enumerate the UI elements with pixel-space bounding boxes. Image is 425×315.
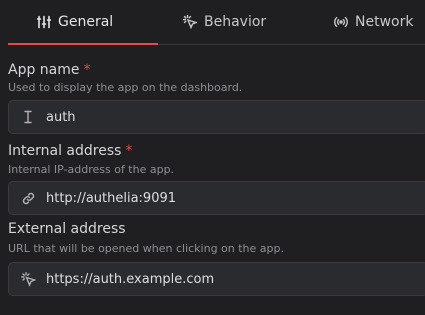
broadcast-icon <box>334 15 348 29</box>
click-icon <box>19 270 37 288</box>
app-name-label-text: App name <box>8 62 80 78</box>
internal-address-label: Internal address * <box>8 143 132 159</box>
app-name-value: auth <box>46 109 76 125</box>
tab-bar: General Behavior Network <box>8 0 425 45</box>
external-address-description: URL that will be opened when clicking on… <box>8 242 284 255</box>
app-name-label: App name * <box>8 62 91 78</box>
link-icon <box>19 189 37 207</box>
required-asterisk: * <box>125 143 133 159</box>
tab-behavior-label: Behavior <box>204 14 267 30</box>
internal-address-description: Internal IP-address of the app. <box>8 163 175 176</box>
active-tab-indicator <box>8 43 158 45</box>
app-name-description: Used to display the app on the dashboard… <box>8 81 243 94</box>
app-settings-form: General Behavior Network App name * Used… <box>0 0 425 315</box>
external-address-label-text: External address <box>8 221 126 237</box>
internal-address-value: http://authelia:9091 <box>46 190 177 206</box>
text-cursor-icon <box>19 108 37 126</box>
internal-address-label-text: Internal address <box>8 143 122 159</box>
tab-general-label: General <box>58 14 114 30</box>
tab-network[interactable]: Network <box>334 0 413 44</box>
internal-address-input[interactable]: http://authelia:9091 <box>8 181 425 215</box>
sparkle-click-icon <box>183 15 197 29</box>
tab-general[interactable]: General <box>8 0 158 44</box>
external-address-label: External address <box>8 221 126 237</box>
external-address-input[interactable]: https://auth.example.com <box>8 262 425 296</box>
external-address-value: https://auth.example.com <box>46 271 215 287</box>
settings-sliders-icon <box>37 15 51 29</box>
tab-network-label: Network <box>355 14 414 30</box>
required-asterisk: * <box>83 62 91 78</box>
app-name-input[interactable]: auth <box>8 100 425 134</box>
tab-behavior[interactable]: Behavior <box>183 0 266 44</box>
